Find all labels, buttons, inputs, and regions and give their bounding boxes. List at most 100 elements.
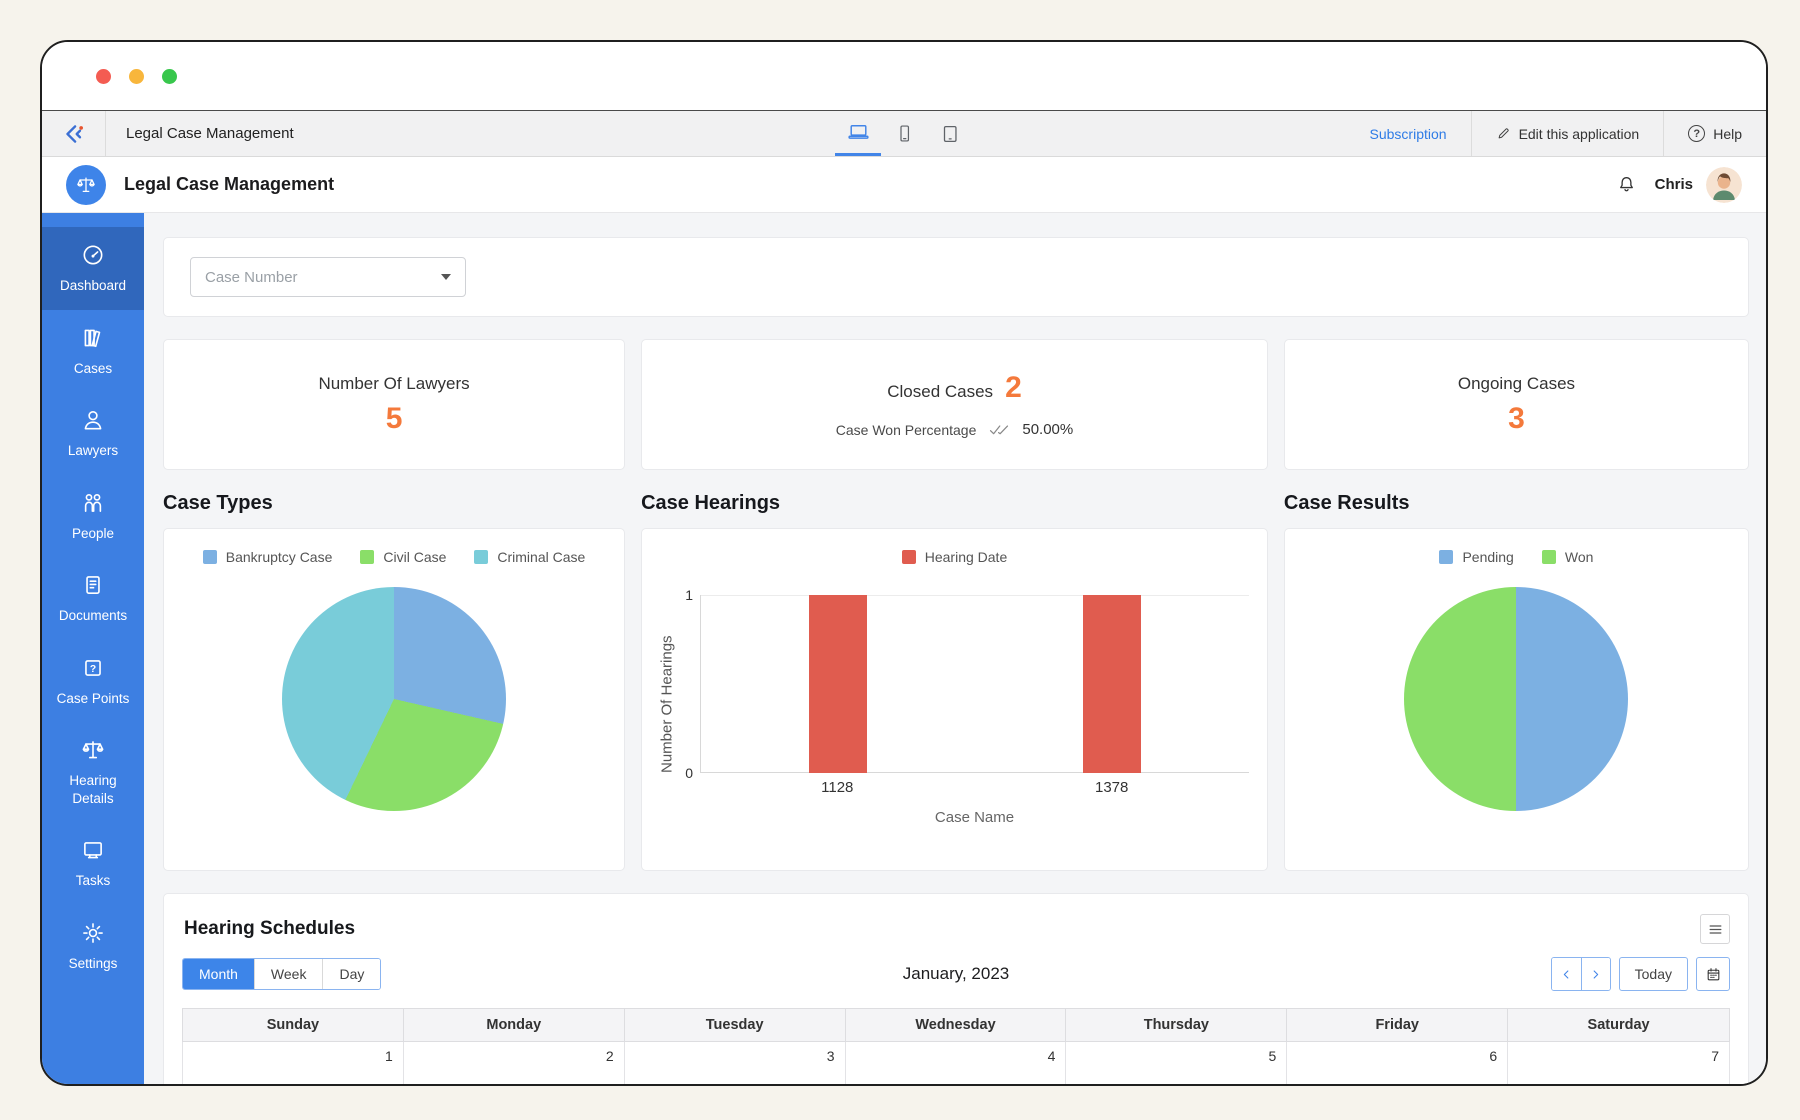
- view-month-button[interactable]: Month: [183, 959, 254, 989]
- calendar-grid: SundayMondayTuesdayWednesdayThursdayFrid…: [182, 1008, 1730, 1084]
- sidebar-item-label: Dashboard: [60, 277, 126, 295]
- user-name: Chris: [1655, 176, 1693, 193]
- question-box-icon: ?: [80, 655, 106, 681]
- case-hearings-title: Case Hearings: [641, 492, 1268, 515]
- ongoing-cases-label: Ongoing Cases: [1458, 374, 1575, 394]
- user-menu[interactable]: Chris: [1655, 167, 1742, 203]
- y-axis-ticks: 10: [678, 595, 700, 773]
- notifications-button[interactable]: [1616, 174, 1637, 195]
- sidebar-item-documents[interactable]: Documents: [42, 557, 144, 640]
- view-day-button[interactable]: Day: [322, 959, 380, 989]
- case-won-percentage-value: 50.00%: [1022, 421, 1073, 438]
- legend-item: Pending: [1439, 549, 1513, 565]
- sidebar-item-cases[interactable]: Cases: [42, 310, 144, 393]
- lawyers-stat-card: Number Of Lawyers 5: [163, 339, 625, 470]
- sidebar-item-label: Lawyers: [68, 442, 118, 460]
- lawyers-stat-label: Number Of Lawyers: [318, 374, 469, 394]
- case-results-column: Case Results Pending Won: [1284, 470, 1749, 871]
- calendar-weekday-header: SundayMondayTuesdayWednesdayThursdayFrid…: [182, 1008, 1730, 1042]
- sidebar-item-label: Cases: [74, 360, 112, 378]
- case-results-title: Case Results: [1284, 492, 1749, 515]
- page-title: Legal Case Management: [124, 174, 334, 195]
- chevron-right-icon: [1589, 968, 1602, 981]
- legend-swatch: [474, 550, 488, 564]
- legend-label: Hearing Date: [925, 549, 1008, 565]
- hearings-plot: [700, 595, 1249, 773]
- window-titlebar: [42, 42, 1766, 110]
- chevron-left-icon: [1560, 968, 1573, 981]
- calendar-day-cell[interactable]: 3: [625, 1042, 846, 1084]
- legend-swatch: [360, 550, 374, 564]
- ongoing-cases-value: 3: [1508, 402, 1525, 436]
- y-tick-label: 0: [685, 765, 693, 781]
- monitor-icon: [80, 837, 106, 863]
- help-button[interactable]: ? Help: [1663, 111, 1766, 156]
- charts-row: Case Types Bankruptcy CaseCivil CaseCrim…: [163, 470, 1749, 871]
- hearing-schedules-card: Hearing Schedules MonthWeekDay January, …: [163, 893, 1749, 1084]
- sidebar-item-label: Settings: [69, 955, 118, 973]
- calendar-day-cell[interactable]: 4: [846, 1042, 1067, 1084]
- subscription-link[interactable]: Subscription: [1346, 111, 1471, 156]
- legend-item: Criminal Case: [474, 549, 585, 565]
- legend-label: Bankruptcy Case: [226, 549, 333, 565]
- view-week-button[interactable]: Week: [254, 959, 323, 989]
- stats-row: Number Of Lawyers 5 Closed Cases 2 Case …: [163, 339, 1749, 470]
- calendar-day-cell[interactable]: 2: [404, 1042, 625, 1084]
- weekday-header: Sunday: [183, 1009, 404, 1041]
- sidebar-item-settings[interactable]: Settings: [42, 905, 144, 988]
- legend-swatch: [203, 550, 217, 564]
- case-number-select[interactable]: Case Number: [190, 257, 466, 297]
- zoom-button[interactable]: [162, 69, 177, 84]
- sidebar-item-dashboard[interactable]: Dashboard: [42, 227, 144, 310]
- ongoing-cases-stat-card: Ongoing Cases 3: [1284, 339, 1749, 470]
- next-month-button[interactable]: [1581, 958, 1610, 990]
- device-preview-switcher: [835, 111, 973, 156]
- laptop-preview-icon[interactable]: [835, 111, 881, 156]
- avatar: [1706, 167, 1742, 203]
- sidebar-item-tasks[interactable]: Tasks: [42, 822, 144, 905]
- app-header: Legal Case Management Chris: [42, 157, 1766, 213]
- chevron-down-icon: [441, 274, 451, 280]
- subscription-label: Subscription: [1370, 126, 1447, 142]
- sidebar-item-label: People: [72, 525, 114, 543]
- case-results-legend: Pending Won: [1285, 549, 1748, 565]
- legend-swatch: [1542, 550, 1556, 564]
- legend-item: Won: [1542, 549, 1594, 565]
- calendar-day-cell[interactable]: 1: [183, 1042, 404, 1084]
- case-hearings-legend: Hearing Date: [642, 549, 1267, 565]
- phone-preview-icon[interactable]: [881, 111, 927, 156]
- scales-icon: [80, 737, 106, 763]
- creator-logo-icon[interactable]: [42, 111, 106, 156]
- calendar-day-cell[interactable]: 6: [1287, 1042, 1508, 1084]
- datepicker-button[interactable]: [1696, 957, 1730, 991]
- today-button[interactable]: Today: [1619, 957, 1688, 991]
- toolbar-actions: Subscription Edit this application ? Hel…: [1346, 111, 1766, 156]
- edit-application-button[interactable]: Edit this application: [1471, 111, 1664, 156]
- sidebar-item-lawyers[interactable]: Lawyers: [42, 392, 144, 475]
- scales-icon: [75, 174, 97, 196]
- calendar-day-cell[interactable]: 5: [1066, 1042, 1287, 1084]
- bar-1128: [809, 595, 867, 773]
- calendar-period: January, 2023: [164, 964, 1748, 984]
- tablet-preview-icon[interactable]: [927, 111, 973, 156]
- sidebar-nav: Dashboard Cases Lawyers People Documents?Cas…: [42, 213, 144, 1084]
- case-types-chart: Bankruptcy Case Civil Case Criminal Case: [163, 528, 625, 871]
- legend-item: Hearing Date: [902, 549, 1008, 565]
- calendar-day-cell[interactable]: 7: [1508, 1042, 1729, 1084]
- legend-swatch: [902, 550, 916, 564]
- calendar-menu-button[interactable]: [1700, 914, 1730, 944]
- pencil-icon: [1496, 126, 1511, 141]
- sidebar-item-hearing-details[interactable]: Hearing Details: [42, 722, 144, 822]
- close-button[interactable]: [96, 69, 111, 84]
- legend-item: Civil Case: [360, 549, 446, 565]
- prev-month-button[interactable]: [1552, 958, 1581, 990]
- minimize-button[interactable]: [129, 69, 144, 84]
- sidebar-item-case-points[interactable]: ?Case Points: [42, 640, 144, 723]
- weekday-header: Tuesday: [625, 1009, 846, 1041]
- closed-cases-label: Closed Cases: [887, 382, 993, 402]
- x-axis-line: [701, 772, 1249, 773]
- sidebar-item-people[interactable]: People: [42, 475, 144, 558]
- case-hearings-column: Case Hearings Hearing Date Number Of Hea…: [641, 470, 1268, 871]
- y-axis-label: Number Of Hearings: [656, 595, 678, 773]
- hearing-schedules-title: Hearing Schedules: [184, 918, 355, 940]
